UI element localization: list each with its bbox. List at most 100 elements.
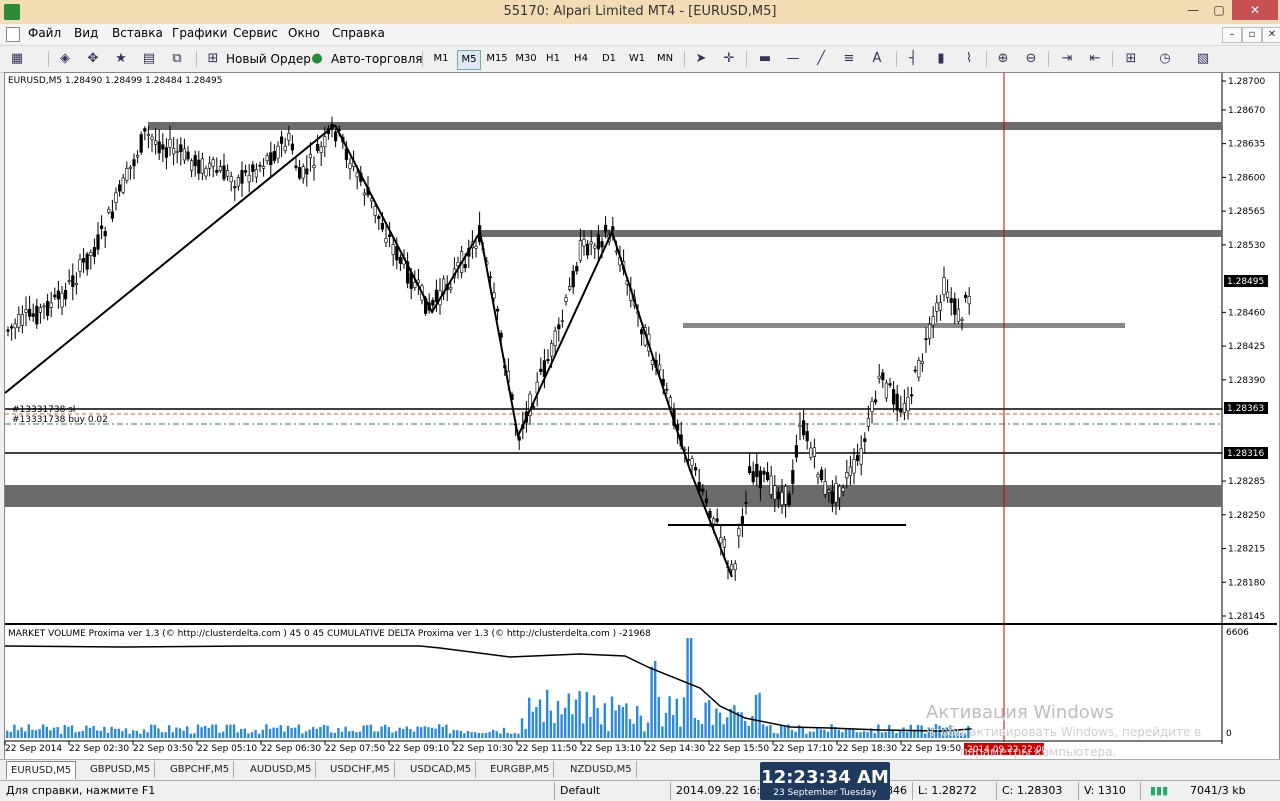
volume-bar: [340, 731, 344, 738]
volume-bar: [247, 733, 250, 738]
price-tick-label: 1.28250: [1228, 511, 1265, 521]
candle-body: [845, 472, 849, 479]
candle-body: [549, 343, 554, 357]
candle-body: [121, 177, 125, 193]
volume-bar: [225, 724, 228, 738]
candle-body: [805, 431, 809, 442]
volume-bar: [492, 729, 495, 738]
candle-body: [161, 144, 165, 150]
volume-bar: [711, 725, 714, 738]
volume-bar: [718, 712, 722, 738]
tab-eurusd[interactable]: EURUSD,M5: [6, 761, 77, 779]
volume-bar: [510, 733, 513, 738]
volume-bar: [884, 731, 887, 738]
status-separator: [1078, 782, 1079, 800]
zigzag-line: [334, 124, 733, 578]
support-line-zone: [683, 323, 1125, 328]
volume-bar: [524, 729, 527, 738]
candle-body: [780, 492, 784, 506]
price-tick-label: 1.28390: [1228, 376, 1265, 386]
volume-bar: [294, 727, 297, 738]
volume-bar: [150, 724, 153, 738]
candle-body: [146, 133, 151, 136]
volume-bar: [261, 729, 264, 738]
candle-body: [31, 313, 35, 317]
volume-bar: [160, 732, 164, 738]
time-tick-label: 22 Sep 07:50: [325, 744, 385, 754]
price-tick-label: 1.28670: [1228, 106, 1265, 116]
candle-body: [283, 146, 287, 152]
candle-body: [175, 151, 179, 153]
volume-bar: [780, 724, 783, 738]
candle-body: [103, 231, 107, 237]
candle-body: [17, 314, 21, 328]
price-tick-label: 1.28145: [1228, 612, 1265, 622]
tab-audusd[interactable]: AUDUSD,M5: [246, 761, 317, 778]
candle-body: [575, 265, 579, 272]
candle-body: [938, 302, 942, 311]
candle-body: [244, 170, 248, 173]
candle-body: [909, 394, 914, 397]
candle-body: [816, 474, 820, 478]
candle-body: [287, 133, 291, 141]
volume-bar: [866, 732, 869, 738]
candle-body: [884, 382, 888, 399]
candle-body: [38, 307, 42, 313]
volume-bar: [265, 724, 268, 738]
volume-bar: [481, 733, 484, 738]
volume-bar: [646, 722, 650, 738]
price-tick-label: 1.28285: [1228, 477, 1265, 487]
candle-body: [463, 264, 467, 269]
candle-body: [118, 184, 122, 192]
volume-bar: [207, 728, 210, 738]
candle-body: [35, 305, 39, 325]
volume-bar: [841, 732, 844, 738]
candle-body: [539, 368, 543, 372]
volume-bar: [477, 733, 480, 738]
volume-bar: [232, 724, 236, 738]
volume-bar: [391, 732, 394, 738]
volume-bar: [312, 727, 315, 738]
candle-body: [870, 400, 874, 412]
volume-bar: [211, 724, 214, 738]
candle-body: [315, 143, 320, 151]
volume-bar: [189, 733, 192, 738]
tab-gbpchf[interactable]: GBPCHF,M5: [166, 761, 235, 778]
candle-body: [798, 424, 802, 428]
candle-body: [333, 131, 338, 142]
volume-bar: [495, 731, 498, 738]
candle-body: [348, 163, 352, 169]
candle-body: [78, 259, 82, 272]
volume-bar: [452, 729, 455, 738]
volume-bar: [13, 724, 16, 738]
volume-bar: [117, 728, 120, 738]
volume-bar: [366, 725, 369, 738]
volume-bar: [27, 724, 30, 738]
volume-bar: [193, 733, 196, 738]
tab-eurgbp[interactable]: EURGBP,M5: [486, 761, 555, 778]
candle-body: [71, 275, 75, 287]
tab-usdchf[interactable]: USDCHF,M5: [326, 761, 395, 778]
candle-body: [308, 153, 313, 159]
volume-bar: [812, 731, 815, 738]
tab-usdcad[interactable]: USDCAD,M5: [406, 761, 477, 778]
volume-bar: [517, 733, 520, 738]
candle-body: [949, 298, 953, 303]
volume-bar: [441, 726, 444, 738]
candle-body: [783, 486, 788, 505]
tab-nzdusd[interactable]: NZDUSD,M5: [566, 761, 637, 778]
volume-bar: [816, 728, 819, 738]
candle-body: [924, 338, 928, 341]
candle-body: [967, 296, 971, 305]
volume-bar: [776, 733, 779, 738]
volume-bar: [24, 731, 27, 738]
volume-bar: [132, 730, 135, 738]
candle-body: [600, 241, 604, 248]
volume-bar: [315, 728, 318, 738]
candle-body: [45, 301, 50, 316]
volume-bar: [920, 725, 923, 738]
volume-bar: [682, 697, 686, 738]
volume-bar: [880, 732, 884, 738]
candle-body: [704, 498, 708, 504]
tab-gbpusd[interactable]: GBPUSD,M5: [86, 761, 156, 778]
